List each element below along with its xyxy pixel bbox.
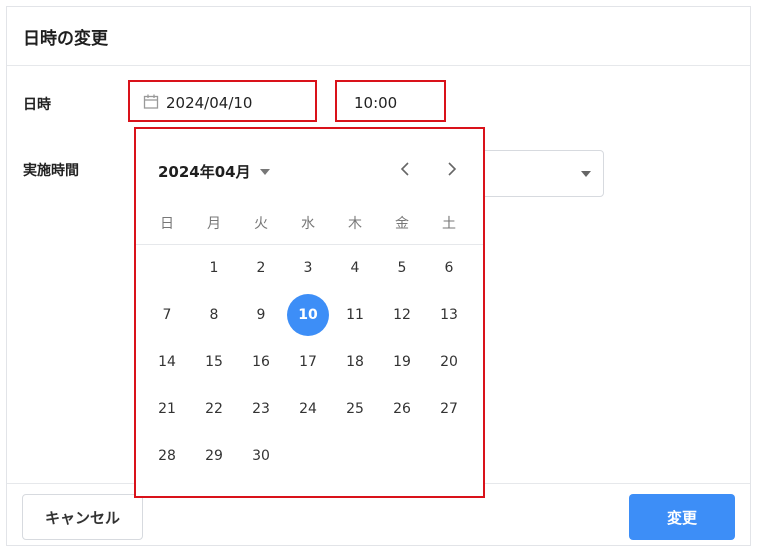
calendar-day[interactable]: 13	[428, 294, 470, 336]
weekday-label: 火	[254, 216, 268, 232]
duration-label: 実施時間	[23, 163, 79, 179]
time-value: 10:00	[354, 94, 398, 112]
calendar-day[interactable]: 30	[240, 435, 282, 477]
calendar-day[interactable]: 8	[193, 294, 235, 336]
calendar-day[interactable]: 26	[381, 388, 423, 430]
calendar-day[interactable]: 15	[193, 341, 235, 383]
calendar-day[interactable]: 4	[334, 247, 376, 289]
calendar-day[interactable]: 29	[193, 435, 235, 477]
calendar-day[interactable]: 6	[428, 247, 470, 289]
calendar-day[interactable]: 19	[381, 341, 423, 383]
calendar-day[interactable]: 9	[240, 294, 282, 336]
selected-day[interactable]: 10	[287, 294, 329, 336]
calendar-day[interactable]: 14	[146, 341, 188, 383]
date-field[interactable]: 2024/04/10	[128, 80, 317, 122]
calendar-day[interactable]: 20	[428, 341, 470, 383]
calendar-day[interactable]: 12	[381, 294, 423, 336]
calendar-day[interactable]: 27	[428, 388, 470, 430]
weekday-label: 金	[395, 216, 409, 232]
date-value: 2024/04/10	[166, 94, 253, 112]
calendar-day[interactable]: 28	[146, 435, 188, 477]
weekday-header: 日月火水木金土	[136, 213, 483, 245]
chevron-left-icon[interactable]	[394, 157, 416, 181]
weekday-label: 水	[301, 216, 315, 232]
duration-select[interactable]	[479, 150, 604, 197]
weekday-label: 日	[160, 216, 174, 232]
time-field[interactable]: 10:00	[335, 80, 446, 122]
calendar-day[interactable]: 18	[334, 341, 376, 383]
calendar-day[interactable]: 11	[334, 294, 376, 336]
date-picker-popup: 2024年04月 日月火水木金土 1 2 3 4 5 6 7 8 9 10 11 12 13 14 15 16…	[134, 127, 485, 498]
calendar-day[interactable]: 24	[287, 388, 329, 430]
dialog-header: 日時の変更	[7, 7, 750, 66]
weekday-label: 木	[348, 216, 362, 232]
calendar-day[interactable]: 3	[287, 247, 329, 289]
caret-down-icon	[581, 171, 591, 177]
calendar-day[interactable]: 1	[193, 247, 235, 289]
chevron-right-icon[interactable]	[441, 157, 463, 181]
calendar-day[interactable]: 16	[240, 341, 282, 383]
weekday-label: 土	[442, 216, 456, 232]
calendar-day[interactable]: 7	[146, 294, 188, 336]
weekday-label: 月	[207, 216, 221, 232]
calendar-day[interactable]: 2	[240, 247, 282, 289]
calendar-day[interactable]: 21	[146, 388, 188, 430]
calendar-day[interactable]: 23	[240, 388, 282, 430]
calendar-header: 2024年04月	[136, 129, 483, 189]
month-label[interactable]: 2024年04月	[158, 161, 251, 182]
change-button[interactable]: 変更	[629, 494, 735, 540]
caret-down-icon[interactable]	[260, 169, 270, 175]
calendar-day[interactable]: 25	[334, 388, 376, 430]
dialog-title: 日時の変更	[23, 29, 108, 49]
calendar-day[interactable]: 22	[193, 388, 235, 430]
calendar-day[interactable]: 17	[287, 341, 329, 383]
cancel-button[interactable]: キャンセル	[22, 494, 143, 540]
calendar-day[interactable]: 5	[381, 247, 423, 289]
datetime-label: 日時	[23, 97, 51, 113]
calendar-icon	[143, 94, 159, 109]
